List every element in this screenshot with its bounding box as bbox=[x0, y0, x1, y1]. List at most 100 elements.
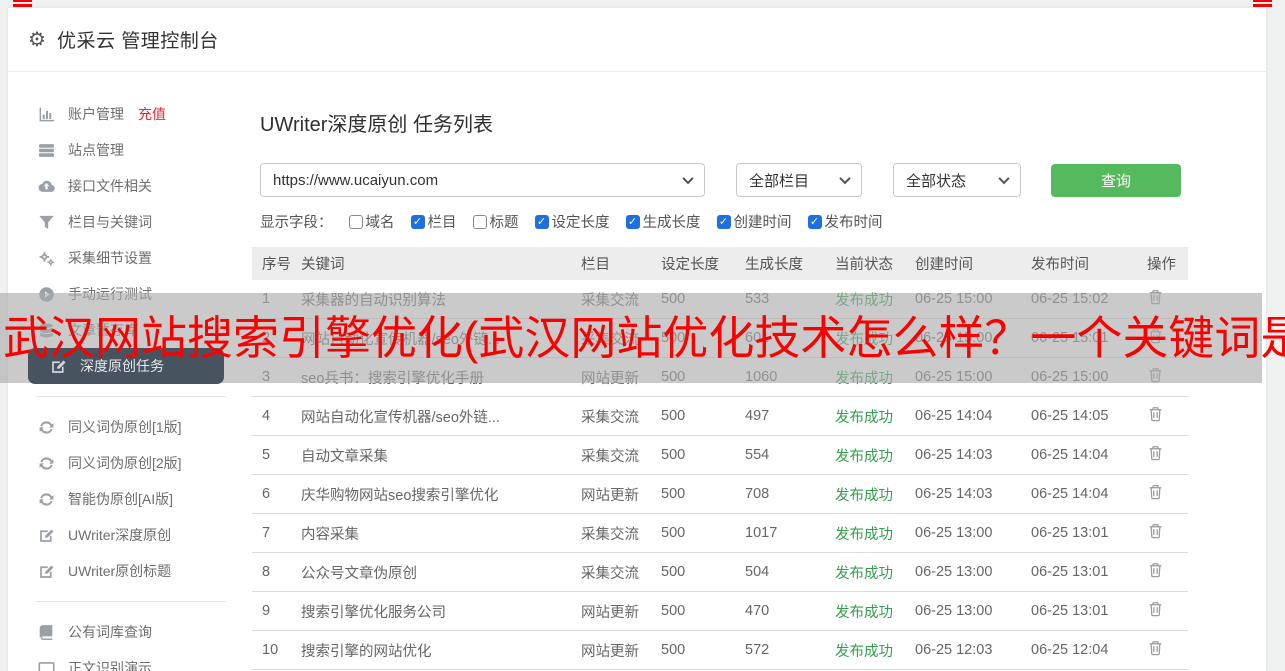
chevron-down-icon bbox=[682, 172, 694, 185]
field-checkbox-label: 设定长度 bbox=[551, 215, 610, 231]
sidebar-item-uwriter-title[interactable]: UWriter原创标题 bbox=[8, 553, 252, 589]
page-title: UWriter深度原创 任务列表 bbox=[260, 114, 493, 136]
field-checkbox-发布时间[interactable]: ✓ 发布时间 bbox=[807, 211, 883, 232]
filter-icon bbox=[38, 214, 55, 231]
cell-column: 网站更新 bbox=[581, 487, 639, 504]
sidebar-item-column-keyword[interactable]: 栏目与关键词 bbox=[8, 204, 252, 240]
cell-status: 发布成功 bbox=[835, 565, 893, 582]
checked-checkbox-icon[interactable]: ✓ bbox=[410, 214, 425, 229]
sidebar-item-uwriter-deep[interactable]: UWriter深度原创 bbox=[8, 517, 252, 553]
chevron-down-icon bbox=[998, 172, 1010, 185]
cell-created: 06-25 14:04 bbox=[915, 408, 993, 424]
column-select[interactable]: 全部栏目 bbox=[736, 163, 862, 197]
status-select-value: 全部状态 bbox=[906, 172, 967, 190]
table-row: 9 搜索引擎优化服务公司 网站更新 500 470 发布成功 06-25 13:00 06-2… bbox=[252, 592, 1188, 631]
checked-checkbox-icon[interactable]: ✓ bbox=[716, 214, 731, 229]
cell-status: 发布成功 bbox=[835, 448, 893, 465]
delete-icon[interactable] bbox=[1147, 483, 1164, 501]
unchecked-checkbox-icon[interactable] bbox=[472, 214, 487, 229]
cell-gen_len: 504 bbox=[745, 564, 770, 580]
cell-published: 06-25 13:01 bbox=[1031, 564, 1109, 580]
column-header: 序号 bbox=[262, 257, 291, 273]
cell-column: 网站更新 bbox=[581, 643, 639, 660]
cell-actions bbox=[1147, 561, 1188, 583]
field-checkbox-标题[interactable]: 标题 bbox=[472, 211, 519, 232]
checked-checkbox-icon[interactable]: ✓ bbox=[807, 214, 822, 229]
cell-column: 采集交流 bbox=[581, 565, 639, 582]
cell-created: 06-25 12:03 bbox=[915, 642, 993, 658]
status-select[interactable]: 全部状态 bbox=[893, 163, 1021, 197]
cell-created: 06-25 13:00 bbox=[915, 564, 993, 580]
sidebar-item-collect-detail[interactable]: 采集细节设置 bbox=[8, 240, 252, 276]
checked-checkbox-icon[interactable]: ✓ bbox=[625, 214, 640, 229]
sidebar-item-label: 采集细节设置 bbox=[68, 250, 152, 266]
field-checkbox-label: 标题 bbox=[489, 215, 519, 231]
cell-no: 10 bbox=[262, 642, 279, 658]
cell-status: 发布成功 bbox=[835, 487, 893, 504]
field-checkbox-label: 发布时间 bbox=[824, 215, 883, 231]
delete-icon[interactable] bbox=[1147, 600, 1164, 618]
sidebar-item-synonym-v2[interactable]: 同义词伪原创[2版] bbox=[8, 445, 252, 481]
sidebar-item-sites[interactable]: 站点管理 bbox=[8, 132, 252, 168]
field-checkbox-域名[interactable]: 域名 bbox=[348, 211, 395, 232]
unchecked-checkbox-icon[interactable] bbox=[348, 214, 363, 229]
table-row: 8 公众号文章伪原创 采集交流 500 504 发布成功 06-25 13:00 06-25 … bbox=[252, 553, 1188, 592]
delete-icon[interactable] bbox=[1147, 639, 1164, 657]
delete-icon[interactable] bbox=[1147, 405, 1164, 423]
table-row: 7 内容采集 采集交流 500 1017 发布成功 06-25 13:00 06-25 13:… bbox=[252, 514, 1188, 553]
cloud-upload-icon bbox=[38, 178, 55, 195]
delete-icon[interactable] bbox=[1147, 444, 1164, 462]
sidebar-item-public-lexicon[interactable]: 公有词库查询 bbox=[8, 614, 252, 650]
bar-chart-icon bbox=[38, 106, 55, 123]
cell-actions bbox=[1147, 639, 1188, 661]
cell-published: 06-25 13:01 bbox=[1031, 525, 1109, 541]
cell-status: 发布成功 bbox=[835, 643, 893, 660]
field-checkbox-栏目[interactable]: ✓ 栏目 bbox=[410, 211, 457, 232]
cell-set_len: 500 bbox=[661, 447, 686, 463]
column-header: 操作 bbox=[1147, 257, 1176, 273]
field-checkbox-设定长度[interactable]: ✓ 设定长度 bbox=[534, 211, 610, 232]
cell-set_len: 500 bbox=[661, 525, 686, 541]
app-title: 优采云 管理控制台 bbox=[56, 31, 219, 52]
cell-actions bbox=[1147, 522, 1188, 544]
edit-icon bbox=[38, 563, 55, 580]
sidebar-item-interface-file[interactable]: 接口文件相关 bbox=[8, 168, 252, 204]
site-select[interactable]: https://www.ucaiyun.com bbox=[260, 163, 705, 197]
sidebar-item-label: 栏目与关键词 bbox=[68, 214, 152, 230]
app-header: ⚙ 优采云 管理控制台 bbox=[8, 8, 1266, 72]
sidebar-divider bbox=[36, 601, 226, 602]
sidebar-item-smart-ai[interactable]: 智能伪原创[AI版] bbox=[8, 481, 252, 517]
table-row: 4 网站自动化宣传机器/seo外链... 采集交流 500 497 发布成功 06-25 1… bbox=[252, 397, 1188, 436]
cell-status: 发布成功 bbox=[835, 526, 893, 543]
table-header: 序号 关键词 栏目 设定长度 生成长度 当前状态 创建时间 发布时间 操作 bbox=[252, 247, 1188, 280]
column-select-value: 全部栏目 bbox=[749, 172, 810, 190]
delete-icon[interactable] bbox=[1147, 561, 1164, 579]
sidebar-item-account[interactable]: 账户管理 充值 bbox=[8, 96, 252, 132]
sidebar-item-content-demo[interactable]: 正文识别演示 bbox=[8, 650, 252, 671]
site-select-value: https://www.ucaiyun.com bbox=[273, 171, 439, 189]
cell-column: 采集交流 bbox=[581, 526, 639, 543]
cell-no: 9 bbox=[262, 603, 271, 619]
cell-set_len: 500 bbox=[661, 564, 686, 580]
field-checkbox-创建时间[interactable]: ✓ 创建时间 bbox=[716, 211, 792, 232]
recharge-link[interactable]: 充值 bbox=[138, 104, 166, 124]
delete-icon[interactable] bbox=[1147, 522, 1164, 540]
cell-column: 采集交流 bbox=[581, 448, 639, 465]
cell-keyword: 网站自动化宣传机器/seo外链... bbox=[301, 409, 500, 426]
cell-keyword: 自动文章采集 bbox=[301, 448, 388, 465]
cell-published: 06-25 14:05 bbox=[1031, 408, 1109, 424]
table-row: 5 自动文章采集 采集交流 500 554 发布成功 06-25 14:03 06-25 14… bbox=[252, 436, 1188, 475]
sidebar-divider bbox=[36, 396, 226, 397]
column-header: 关键词 bbox=[301, 257, 345, 273]
column-header: 栏目 bbox=[581, 257, 610, 273]
filter-controls: https://www.ucaiyun.com 全部栏目 全部状态 查询 bbox=[260, 163, 1266, 197]
field-checkbox-生成长度[interactable]: ✓ 生成长度 bbox=[625, 211, 701, 232]
cell-set_len: 500 bbox=[661, 486, 686, 502]
cell-gen_len: 470 bbox=[745, 603, 770, 619]
display-fields-label: 显示字段： bbox=[260, 215, 333, 231]
cell-actions bbox=[1147, 483, 1188, 505]
field-checkbox-label: 创建时间 bbox=[733, 215, 792, 231]
search-button[interactable]: 查询 bbox=[1051, 163, 1181, 197]
checked-checkbox-icon[interactable]: ✓ bbox=[534, 214, 549, 229]
sidebar-item-synonym-v1[interactable]: 同义词伪原创[1版] bbox=[8, 409, 252, 445]
